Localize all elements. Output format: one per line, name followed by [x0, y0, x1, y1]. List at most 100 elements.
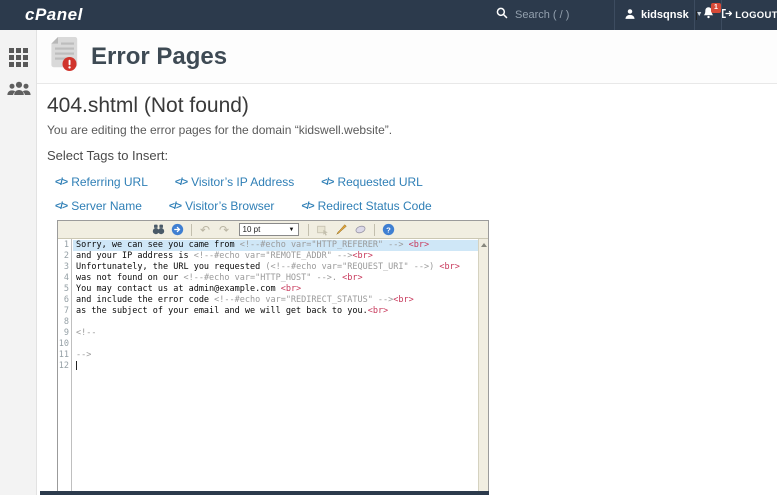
code-line-6[interactable]: and include the error code <!--#echo var… [73, 295, 478, 306]
line-number: 2 [58, 251, 69, 262]
code-segment-text: as the subject of your email and we will… [76, 306, 368, 316]
editor-body[interactable]: 123456789101112 Sorry, we can see you ca… [58, 239, 488, 491]
line-number: 1 [58, 240, 69, 251]
go-to-line-icon[interactable] [170, 222, 185, 237]
code-line-9[interactable]: <!-- [73, 328, 478, 339]
line-number: 12 [58, 361, 69, 372]
code-tag-icon: </> [55, 200, 67, 212]
undo-icon[interactable]: ↶ [198, 222, 213, 237]
code-segment-text: You may contact us at admin@example.com [76, 284, 281, 294]
code-segment-tag: <br> [393, 295, 413, 305]
code-segment-tag: <br> [352, 251, 372, 261]
highlight-brush-icon[interactable] [334, 222, 349, 237]
smooth-selection-icon[interactable] [315, 222, 330, 237]
line-number: 3 [58, 262, 69, 273]
insert-tag-requested-url[interactable]: </> Requested URL [321, 175, 423, 189]
code-line-2[interactable]: and your IP address is <!--#echo var="RE… [73, 251, 478, 262]
search-input[interactable]: Search ( / ) [487, 0, 614, 30]
insert-tag-row: </>Referring URL</>Visitor’s IP Address<… [47, 170, 777, 194]
cpanel-logo[interactable]: cPanel [25, 5, 83, 25]
search-icon [496, 6, 508, 24]
logout-button[interactable]: LOGOUT [721, 0, 777, 30]
insert-tag-server-name[interactable]: </>Server Name [55, 199, 142, 213]
main-content: 404.shtml (Not found) You are editing th… [37, 85, 777, 218]
insert-tag-row: </>Server Name</>Visitor’s Browser</>Red… [47, 194, 777, 218]
code-line-7[interactable]: as the subject of your email and we will… [73, 306, 478, 317]
code-editor: ↶ ↷ 10 pt ▼ ? 123456789101112 Sorry, [57, 220, 489, 491]
insert-tag-referring-url[interactable]: </> Referring URL [55, 175, 148, 189]
line-number: 7 [58, 306, 69, 317]
line-number: 5 [58, 284, 69, 295]
domain-subheading: You are editing the error pages for the … [47, 123, 777, 137]
scroll-up-icon [481, 243, 487, 247]
line-number: 9 [58, 328, 69, 339]
code-tag-icon: </> [169, 200, 181, 212]
insert-tag-label: Requested URL [337, 175, 422, 189]
insert-tags: </>Referring URL</>Visitor’s IP Address<… [47, 170, 777, 218]
reset-highlight-eraser-icon[interactable] [353, 222, 368, 237]
insert-tag-visitor-s-ip-address[interactable]: </> Visitor’s IP Address [175, 175, 294, 189]
page-header: Error Pages [37, 30, 777, 84]
line-number: 10 [58, 339, 69, 350]
redo-icon[interactable]: ↷ [217, 222, 232, 237]
line-number: 4 [58, 273, 69, 284]
code-segment-tag: <br> [281, 284, 301, 294]
file-heading: 404.shtml (Not found) [47, 94, 777, 118]
code-tag-icon: </> [175, 176, 187, 188]
code-segment-text: Sorry, we can see you came from [76, 240, 240, 250]
sidebar-item-users[interactable] [0, 74, 37, 108]
code-segment-comment: <!--#echo var="HTTP_HOST" -->. [183, 273, 337, 283]
code-line-1[interactable]: Sorry, we can see you came from <!--#ech… [73, 240, 478, 251]
notification-badge: 1 [711, 3, 721, 13]
code-segment-tag: <br> [409, 240, 429, 250]
user-menu[interactable]: kidsqnsk ▼ [614, 0, 694, 30]
toolbar-separator [308, 224, 309, 236]
help-icon[interactable]: ? [381, 222, 396, 237]
code-line-12[interactable] [73, 361, 478, 372]
insert-tag-label: Visitor’s IP Address [191, 175, 294, 189]
sidebar-item-apps[interactable] [0, 40, 37, 74]
toolbar-separator [191, 224, 192, 236]
toolbar-separator [374, 224, 375, 236]
code-segment-text: and your IP address is [76, 251, 194, 261]
insert-tag-redirect-status-code[interactable]: </> Redirect Status Code [301, 199, 431, 213]
insert-tag-label: Visitor’s Browser [185, 199, 274, 213]
line-number: 8 [58, 317, 69, 328]
code-segment-tag: <br> [439, 262, 459, 272]
editor-code[interactable]: Sorry, we can see you came from <!--#ech… [73, 239, 478, 491]
code-line-10[interactable] [73, 339, 478, 350]
code-tag-icon: </> [55, 176, 67, 188]
bottom-bar [40, 491, 489, 495]
left-sidebar [0, 30, 37, 495]
grid-icon [9, 48, 28, 67]
insert-tag-label: Referring URL [71, 175, 148, 189]
editor-scrollbar[interactable] [478, 239, 488, 491]
find-icon[interactable] [151, 222, 166, 237]
users-icon [7, 80, 31, 102]
insert-tag-visitor-s-browser[interactable]: </> Visitor’s Browser [169, 199, 275, 213]
insert-tag-label: Redirect Status Code [318, 199, 432, 213]
cpanel-screen: cPanel Search ( / ) kidsqnsk ▼ 1 [0, 0, 777, 495]
code-segment-tag: <br> [368, 306, 388, 316]
code-segment-comment: <!--#echo var="HTTP_REFERER" --> [240, 240, 404, 250]
font-size-value: 10 pt [243, 225, 261, 234]
select-arrow-icon: ▼ [289, 227, 295, 233]
code-tag-icon: </> [321, 176, 333, 188]
code-line-3[interactable]: Unfortunately, the URL you requested (<!… [73, 262, 478, 273]
code-line-5[interactable]: You may contact us at admin@example.com … [73, 284, 478, 295]
editor-toolbar: ↶ ↷ 10 pt ▼ ? [58, 221, 488, 239]
code-tag-icon: </> [301, 200, 313, 212]
code-segment-text: Unfortunately, the URL you requested [76, 262, 265, 272]
top-navbar: cPanel Search ( / ) kidsqnsk ▼ 1 [0, 0, 777, 30]
code-line-11[interactable]: --> [73, 350, 478, 361]
font-size-select[interactable]: 10 pt ▼ [239, 223, 299, 236]
code-line-4[interactable]: was not found on our <!--#echo var="HTTP… [73, 273, 478, 284]
editor-gutter: 123456789101112 [58, 239, 72, 491]
insert-tags-label: Select Tags to Insert: [47, 148, 777, 163]
username: kidsqnsk [641, 9, 689, 21]
text-cursor [76, 361, 77, 370]
notifications-button[interactable]: 1 [694, 0, 721, 30]
code-line-8[interactable] [73, 317, 478, 328]
code-segment-text: and include the error code [76, 295, 214, 305]
code-segment-comment: (<!--#echo var="REQUEST_URI" -->) [265, 262, 434, 272]
